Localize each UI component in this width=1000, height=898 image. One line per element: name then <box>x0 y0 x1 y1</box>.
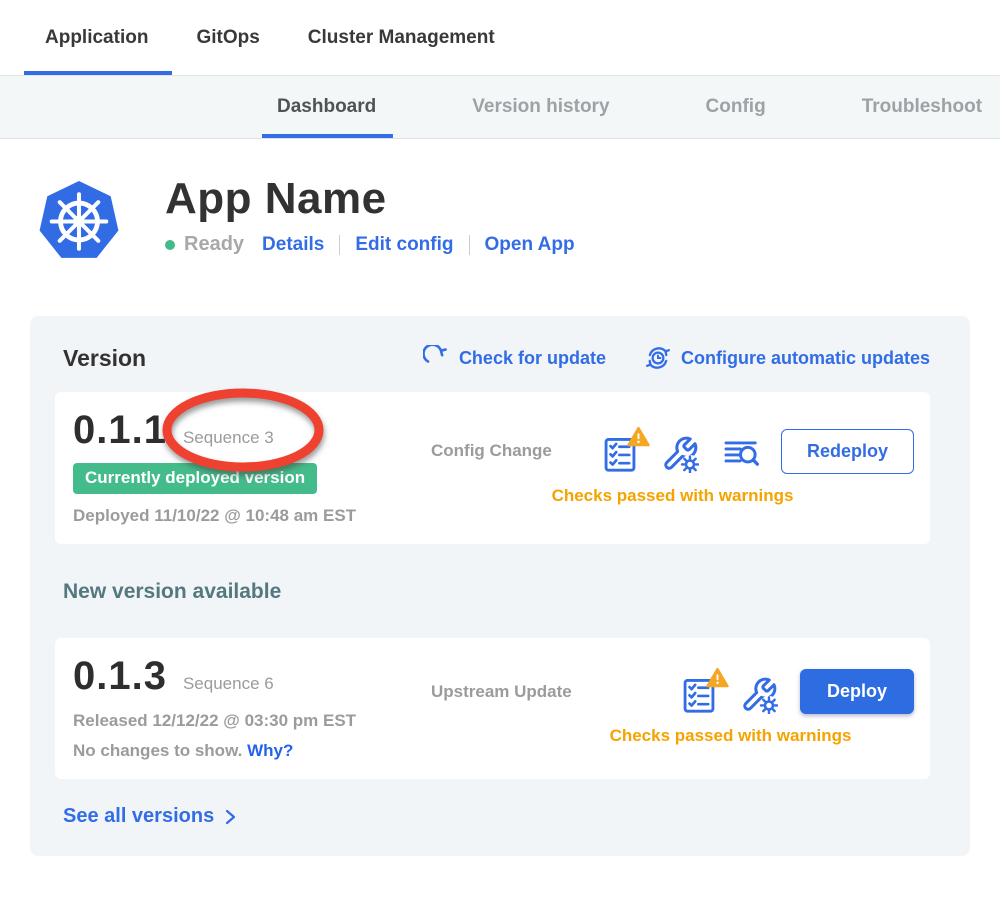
new-version-row: 0.1.3 Sequence 6 Released 12/12/22 @ 03:… <box>55 638 930 779</box>
top-tab-label: GitOps <box>196 27 259 49</box>
chevron-right-icon <box>220 807 240 827</box>
sub-tab-label: Config <box>706 96 766 118</box>
no-changes-text: No changes to show. Why? <box>73 741 431 761</box>
warning-triangle-icon <box>706 667 729 688</box>
configure-automatic-updates-label: Configure automatic updates <box>681 348 930 369</box>
open-app-link[interactable]: Open App <box>485 234 575 256</box>
preflight-checks-icon[interactable] <box>680 670 720 714</box>
current-version-checks-status: Checks passed with warnings <box>431 486 914 506</box>
top-tab-application[interactable]: Application <box>45 0 148 75</box>
refresh-icon <box>423 345 450 372</box>
version-card: Version Check for update Configure <box>30 316 970 856</box>
version-card-header: Version Check for update Configure <box>63 344 930 372</box>
sub-tab-version-history[interactable]: Version history <box>472 76 609 138</box>
app-header: App Name Ready Details Edit config Open … <box>35 175 1000 268</box>
top-tab-label: Cluster Management <box>308 27 495 49</box>
current-version-line: 0.1.1 Sequence 3 <box>73 408 431 453</box>
new-version-actions: Upstream Update <box>431 654 914 761</box>
current-version-sequence: Sequence 3 <box>183 428 274 448</box>
details-link[interactable]: Details <box>262 234 324 256</box>
sub-tab-troubleshoot[interactable]: Troubleshoot <box>862 76 982 138</box>
configure-automatic-updates-link[interactable]: Configure automatic updates <box>644 344 930 372</box>
preflight-checks-icon[interactable] <box>601 429 641 473</box>
redeploy-button[interactable]: Redeploy <box>781 429 914 474</box>
top-tab-label: Application <box>45 27 148 49</box>
sub-tab-label: Dashboard <box>277 96 376 118</box>
new-version-section-title: New version available <box>63 580 930 604</box>
edit-config-icon[interactable] <box>661 429 701 473</box>
divider <box>339 235 340 255</box>
new-version-source: Upstream Update <box>431 682 572 702</box>
no-changes-label: No changes to show. <box>73 741 242 760</box>
sub-tab-config[interactable]: Config <box>706 76 766 138</box>
current-version-number: 0.1.1 <box>73 408 167 453</box>
new-version-info: 0.1.3 Sequence 6 Released 12/12/22 @ 03:… <box>73 654 431 761</box>
new-version-checks-status: Checks passed with warnings <box>489 726 972 746</box>
currently-deployed-badge: Currently deployed version <box>73 463 317 494</box>
top-nav: Application GitOps Cluster Management <box>0 0 1000 76</box>
sub-nav: Dashboard Version history Config Trouble… <box>0 76 1000 139</box>
why-link[interactable]: Why? <box>247 741 293 760</box>
app-title: App Name <box>165 175 575 223</box>
edit-config-icon[interactable] <box>740 670 780 714</box>
new-version-icons <box>680 670 780 714</box>
new-version-actions-row: Upstream Update <box>431 669 914 714</box>
sub-tab-label: Troubleshoot <box>862 96 982 118</box>
check-for-update-label: Check for update <box>459 348 606 369</box>
see-all-versions-label: See all versions <box>63 805 214 828</box>
auto-update-icon <box>644 344 672 372</box>
view-files-icon[interactable] <box>721 429 761 473</box>
sub-tab-dashboard[interactable]: Dashboard <box>277 76 376 138</box>
sub-tab-label: Version history <box>472 96 609 118</box>
check-for-update-link[interactable]: Check for update <box>423 345 606 372</box>
new-version-sequence: Sequence 6 <box>183 674 274 694</box>
released-timestamp: Released 12/12/22 @ 03:30 pm EST <box>73 711 431 731</box>
current-version-source: Config Change <box>431 441 552 461</box>
current-version-actions: Config Change <box>431 408 914 526</box>
status-dot-icon <box>165 240 175 250</box>
kubernetes-logo-icon <box>35 175 123 268</box>
current-version-row: 0.1.1 Sequence 3 Currently deployed vers… <box>55 392 930 544</box>
current-version-info: 0.1.1 Sequence 3 Currently deployed vers… <box>73 408 431 526</box>
app-status-row: Ready Details Edit config Open App <box>165 233 575 256</box>
deploy-button[interactable]: Deploy <box>800 669 914 714</box>
status-label: Ready <box>184 233 244 256</box>
divider <box>469 235 470 255</box>
top-tab-gitops[interactable]: GitOps <box>196 0 259 75</box>
new-version-number: 0.1.3 <box>73 654 167 699</box>
current-version-actions-row: Config Change <box>431 429 914 474</box>
current-version-icons <box>601 429 761 473</box>
edit-config-link[interactable]: Edit config <box>355 234 453 256</box>
version-card-actions: Check for update Configure automatic upd… <box>423 344 930 372</box>
see-all-versions-link[interactable]: See all versions <box>63 805 240 828</box>
version-card-title: Version <box>63 345 146 372</box>
app-header-text: App Name Ready Details Edit config Open … <box>165 175 575 256</box>
warning-triangle-icon <box>627 426 650 447</box>
top-tab-cluster-management[interactable]: Cluster Management <box>308 0 495 75</box>
deployed-timestamp: Deployed 11/10/22 @ 10:48 am EST <box>73 506 431 526</box>
new-version-line: 0.1.3 Sequence 6 <box>73 654 431 699</box>
